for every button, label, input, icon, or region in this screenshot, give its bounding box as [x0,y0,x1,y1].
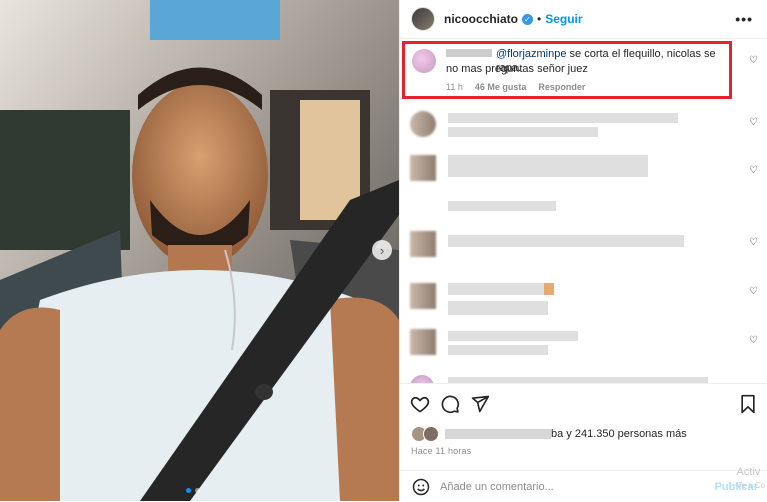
carousel-dot [186,488,191,493]
blurred-comment [448,113,678,123]
carousel-dot [195,488,200,493]
windows-activation-watermark: Activ Ve a Co [737,466,765,492]
action-bar [400,383,767,426]
blurred-comment [448,283,548,295]
comment-time[interactable]: 11 h [446,82,463,92]
author-username[interactable]: nicoocchiato [444,12,518,26]
comment-icon[interactable] [440,394,460,414]
comment-text-line2: no mas preguntas señor juez [446,63,588,75]
heart-icon[interactable]: ♡ [749,55,758,66]
more-options-button[interactable]: ••• [735,11,753,27]
liker-avatars [411,426,439,442]
blurred-comment [448,301,548,315]
heart-icon[interactable]: ♡ [749,117,758,128]
chevron-right-icon: › [379,242,385,258]
verified-icon: ✓ [522,13,534,25]
blurred-comment [448,127,598,137]
blurred-comment [448,345,548,355]
comment-input[interactable]: Añade un comentario... [440,481,554,493]
follow-button[interactable]: Seguir [545,12,582,26]
likes-count[interactable]: ba y 241.350 personas más [551,428,687,440]
likes-summary[interactable]: ba y 241.350 personas más [411,426,687,442]
blurred-avatar [410,111,436,137]
blurred-emoji [544,283,554,295]
comment-likes[interactable]: 46 Me gusta [475,82,527,92]
comment-avatar[interactable] [412,49,436,73]
watermark-line1: Activ [736,466,761,478]
heart-icon[interactable]: ♡ [749,237,758,248]
heart-icon[interactable]: ♡ [749,335,758,346]
carousel-dots [186,488,200,493]
post-time: Hace 11 horas [411,446,472,456]
add-comment-bar: Añade un comentario... Publicar [400,470,767,502]
blurred-comment [448,155,648,177]
blurred-comment [448,235,684,247]
blurred-comment [448,201,556,211]
next-photo-button[interactable]: › [372,240,392,260]
watermark-line2: Ve a Co [736,481,765,490]
blurred-avatar [410,329,436,355]
share-icon[interactable] [470,394,490,414]
comment-mention[interactable]: @florjazminpe [496,48,566,60]
post-header: nicoocchiato ✓ • Seguir ••• [400,0,767,39]
heart-icon[interactable] [410,394,430,414]
post-panel: nicoocchiato ✓ • Seguir ••• @florjazminp… [399,0,767,501]
blurred-liker-name [445,429,551,439]
blurred-avatar [410,231,436,257]
blurred-username [446,49,492,57]
reply-button[interactable]: Responder [538,82,585,92]
comment-meta: 11 h 46 Me gusta Responder [446,82,585,92]
blurred-avatar [410,375,434,383]
author-avatar[interactable] [411,7,435,31]
heart-icon[interactable]: ♡ [749,165,758,176]
separator: • [537,12,542,26]
heart-icon[interactable]: ♡ [749,286,758,297]
blurred-comment [448,331,578,341]
post-photo[interactable]: › [0,0,399,501]
post-image [0,0,399,501]
liker-avatar [423,426,439,442]
blurred-avatar [410,155,436,181]
comments-list[interactable]: @florjazminpe se corta el flequillo, nic… [400,39,767,383]
bookmark-icon[interactable] [738,394,758,414]
blurred-avatar [410,283,436,309]
emoji-icon[interactable] [412,478,430,496]
